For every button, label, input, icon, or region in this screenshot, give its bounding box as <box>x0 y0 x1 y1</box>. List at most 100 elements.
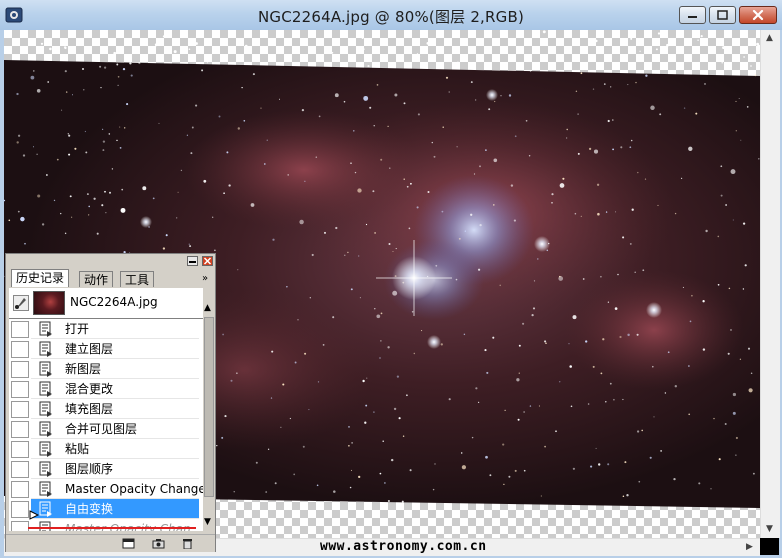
panel-title-bar[interactable] <box>6 254 215 268</box>
star <box>56 158 59 161</box>
star <box>572 315 577 320</box>
star <box>580 215 582 217</box>
star <box>636 430 640 433</box>
history-panel[interactable]: 历史记录 动作 工具 » NGC2264A.jpg 打开 建立图层 新图层 混合更改填… <box>5 253 216 552</box>
collapse-icon <box>189 261 196 263</box>
star <box>488 108 491 111</box>
history-source-checkbox[interactable] <box>11 421 29 438</box>
panel-collapse-button[interactable] <box>187 256 198 266</box>
star <box>479 165 481 168</box>
star <box>529 405 532 407</box>
history-state-row[interactable]: Master Opacity Chan... <box>9 519 203 531</box>
star <box>637 171 639 174</box>
vertical-scrollbar[interactable]: ▲ ▼ <box>760 30 780 538</box>
star <box>533 280 536 282</box>
history-state-icon <box>39 401 52 417</box>
star <box>348 444 350 447</box>
history-scrollbar[interactable]: ▲ ▼ <box>203 303 215 531</box>
scroll-down-icon[interactable]: ▼ <box>766 524 773 534</box>
star <box>230 379 233 382</box>
star <box>445 76 449 79</box>
scroll-thumb[interactable] <box>204 317 214 497</box>
history-source-checkbox[interactable] <box>11 401 29 418</box>
star <box>333 490 336 493</box>
history-source-checkbox[interactable] <box>11 441 29 458</box>
star <box>456 146 458 148</box>
star <box>41 223 45 226</box>
history-snapshot[interactable]: NGC2264A.jpg <box>9 288 203 319</box>
star <box>434 463 436 465</box>
history-state-row[interactable]: 粘贴 <box>9 439 203 459</box>
history-source-checkbox[interactable] <box>11 341 29 358</box>
history-source-checkbox[interactable] <box>11 501 29 518</box>
history-brush-icon[interactable] <box>13 295 29 311</box>
star <box>218 115 221 118</box>
star <box>53 199 56 202</box>
scroll-right-icon[interactable]: ▶ <box>746 542 753 552</box>
history-state-row[interactable]: Master Opacity Change <box>9 479 203 499</box>
history-state-list[interactable]: 打开 建立图层 新图层 混合更改 填充图层 合并可见图层 粘贴 图层顺序 Master Opac… <box>9 319 203 531</box>
history-state-icon <box>39 421 52 437</box>
star <box>212 216 214 218</box>
star <box>600 275 602 278</box>
panel-close-button[interactable] <box>202 256 213 266</box>
star <box>499 30 502 33</box>
camera-snapshot-icon[interactable] <box>152 538 165 549</box>
star <box>350 162 352 164</box>
maximize-button[interactable] <box>709 6 736 24</box>
scroll-up-icon[interactable]: ▲ <box>204 303 211 313</box>
star <box>365 223 368 226</box>
new-document-icon[interactable] <box>122 538 135 549</box>
scroll-up-icon[interactable]: ▲ <box>766 33 773 43</box>
tab-history[interactable]: 历史记录 <box>11 269 70 287</box>
star <box>627 84 629 86</box>
star <box>318 43 321 46</box>
star <box>683 107 686 109</box>
history-state-row[interactable]: 新图层 <box>9 359 203 379</box>
star <box>585 340 588 343</box>
close-button[interactable] <box>739 6 777 24</box>
star <box>544 445 546 448</box>
star <box>119 126 121 128</box>
history-state-row[interactable]: 图层顺序 <box>9 459 203 479</box>
star <box>644 178 647 180</box>
history-state-label: 自由变换 <box>65 502 114 516</box>
history-source-checkbox[interactable] <box>11 521 29 531</box>
star <box>461 465 467 470</box>
star <box>116 139 118 142</box>
star <box>688 413 691 416</box>
star <box>612 148 615 151</box>
tab-tools[interactable]: 工具 <box>120 271 155 287</box>
star <box>486 371 489 374</box>
history-source-checkbox[interactable] <box>11 381 29 398</box>
star <box>376 314 381 319</box>
star <box>620 146 623 149</box>
star <box>724 423 727 425</box>
tab-actions[interactable]: 动作 <box>79 271 114 287</box>
history-source-checkbox[interactable] <box>11 361 29 378</box>
history-state-row[interactable]: 合并可见图层 <box>9 419 203 439</box>
history-source-checkbox[interactable] <box>11 321 29 338</box>
star <box>351 442 353 444</box>
star <box>590 465 593 468</box>
panel-menu-button[interactable]: » <box>202 273 208 284</box>
history-state-row[interactable]: 打开 <box>9 319 203 339</box>
star <box>117 75 120 78</box>
star <box>133 32 137 36</box>
star <box>426 42 430 45</box>
star <box>195 42 198 45</box>
trash-icon[interactable] <box>181 538 194 549</box>
history-source-checkbox[interactable] <box>11 481 29 498</box>
star <box>410 182 412 185</box>
scroll-down-icon[interactable]: ▼ <box>204 517 211 527</box>
star <box>69 195 72 198</box>
history-source-checkbox[interactable] <box>11 461 29 478</box>
minimize-button[interactable] <box>679 6 706 24</box>
star <box>374 308 376 310</box>
history-state-row[interactable]: 建立图层 <box>9 339 203 359</box>
star <box>514 469 517 472</box>
star <box>598 463 601 466</box>
history-state-row[interactable]: 混合更改 <box>9 379 203 399</box>
title-bar[interactable]: NGC2264A.jpg @ 80%(图层 2,RGB) <box>0 0 782 30</box>
history-state-row[interactable]: 填充图层 <box>9 399 203 419</box>
